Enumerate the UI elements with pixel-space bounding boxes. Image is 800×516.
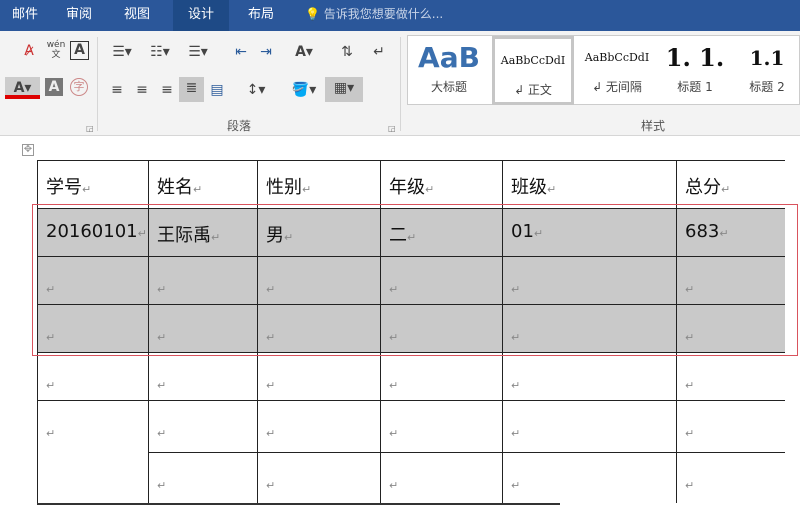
table-cell[interactable]: ↵ [257, 352, 380, 400]
cell-text: 总分 [685, 177, 721, 198]
paragraph-mark: ↵ [511, 379, 521, 392]
paragraph-mark: ↵ [389, 479, 399, 492]
tell-me-search[interactable]: 💡 告诉我您想要做什么... [305, 0, 443, 29]
styles-gallery: AaB 大标题 AaBbCcDdI ↲ 正文 AaBbCcDdI ↲ 无间隔 1. 1… [407, 35, 800, 105]
cell-text: 年级 [389, 177, 425, 198]
tab-layout[interactable]: 布局 [236, 0, 286, 31]
table-cell[interactable]: ↵ [257, 452, 380, 503]
paragraph-mark: ↵ [266, 427, 276, 440]
bullets-icon[interactable]: ☰▾ [106, 41, 138, 63]
decrease-indent-icon[interactable]: ⇤ [230, 41, 252, 63]
tell-me-text: 告诉我您想要做什么... [323, 7, 444, 21]
tab-review[interactable]: 审阅 [54, 0, 104, 31]
selection-annotation-box [32, 204, 798, 356]
show-marks-icon[interactable]: ↵ [368, 41, 390, 63]
align-right-icon[interactable]: ≡ [156, 79, 178, 101]
table-header-cell[interactable]: 姓名↵ [148, 160, 257, 208]
shading-icon[interactable]: 🪣▾ [288, 79, 320, 101]
table-cell[interactable]: ↵ [380, 400, 502, 452]
paragraph-mark: ↵ [721, 183, 731, 196]
paragraph-mark: ↵ [266, 479, 276, 492]
borders-icon[interactable]: ▦▾ [325, 77, 363, 102]
justify-icon[interactable]: ≣ [179, 77, 204, 102]
tab-mailings[interactable]: 邮件 [0, 0, 50, 31]
table-header-cell[interactable]: 性别↵ [257, 160, 380, 208]
ribbon-tabs: 邮件 审阅 视图 设计 布局 💡 告诉我您想要做什么... [0, 0, 800, 31]
chinese-layout-icon[interactable]: A▾ [288, 41, 320, 63]
table-move-handle[interactable]: ✥ [22, 144, 34, 156]
paragraph-mark: ↵ [82, 183, 92, 196]
table-cell[interactable]: ↵ [502, 452, 676, 503]
paragraph-mark: ↵ [389, 379, 399, 392]
table-cell[interactable]: ↵ [257, 400, 380, 452]
paragraph-mark: ↵ [425, 183, 435, 196]
table-header-cell[interactable]: 班级↵ [502, 160, 676, 208]
font-dialog-launcher-icon[interactable]: ◲ [86, 124, 94, 133]
align-left-icon[interactable]: ≡ [106, 79, 128, 101]
paragraph-mark: ↵ [157, 479, 167, 492]
cell-text: 性别 [266, 177, 302, 198]
table-cell[interactable]: ↵ [676, 352, 785, 400]
paragraph-mark: ↵ [157, 379, 167, 392]
table-cell[interactable]: ↵ [676, 452, 785, 503]
table-cell[interactable]: ↵ [502, 352, 676, 400]
paragraph-mark: ↵ [157, 427, 167, 440]
styles-group-label: 样式 [641, 119, 666, 133]
clear-format-icon[interactable]: A̷ [18, 40, 40, 62]
lightbulb-icon: 💡 [305, 7, 320, 21]
paragraph-mark: ↵ [46, 379, 56, 392]
enclose-character-icon[interactable]: 字 [70, 78, 88, 96]
table-cell[interactable]: ↵ [380, 452, 502, 503]
table-cell[interactable]: ↵ [37, 352, 148, 400]
table-bottom-border [37, 503, 560, 505]
table-cell[interactable]: ↵ [676, 400, 785, 452]
font-color-button[interactable]: A▾ [5, 77, 40, 99]
table-cell[interactable]: ↵ [502, 400, 676, 452]
paragraph-mark: ↵ [266, 379, 276, 392]
table-cell[interactable]: ↵ [380, 352, 502, 400]
paragraph-mark: ↵ [511, 427, 521, 440]
multilevel-list-icon[interactable]: ☰▾ [182, 41, 214, 63]
tab-design[interactable]: 设计 [173, 0, 230, 31]
style-normal[interactable]: AaBbCcDdI ↲ 正文 [492, 36, 574, 105]
paragraph-mark: ↵ [302, 183, 312, 196]
cell-text: 姓名 [157, 177, 193, 198]
line-spacing-icon[interactable]: ↕▾ [240, 79, 272, 101]
cell-text: 学号 [46, 177, 82, 198]
paragraph-mark: ↵ [685, 379, 695, 392]
character-shading-icon[interactable]: A [45, 78, 63, 96]
paragraph-mark: ↵ [685, 427, 695, 440]
paragraph-mark: ↵ [46, 427, 56, 440]
table-header-cell[interactable]: 总分↵ [676, 160, 785, 208]
tab-view[interactable]: 视图 [112, 0, 162, 31]
table-cell[interactable]: ↵ [37, 400, 148, 503]
paragraph-mark: ↵ [685, 479, 695, 492]
paragraph-mark: ↵ [547, 183, 557, 196]
ribbon: A̷ wén 文 A A▾ A 字 ◲ ☰▾ ☷▾ ☰▾ ⇤ ⇥ A▾ ⇅ ↵ ≡… [0, 31, 800, 136]
paragraph-mark: ↵ [511, 479, 521, 492]
phonetic-guide-icon[interactable]: wén 文 [45, 40, 67, 62]
paragraph-dialog-launcher-icon[interactable]: ◲ [388, 124, 396, 133]
table-cell[interactable]: ↵ [148, 352, 257, 400]
style-no-spacing[interactable]: AaBbCcDdI ↲ 无间隔 [576, 36, 658, 104]
table-cell[interactable]: ↵ [148, 400, 257, 452]
style-title[interactable]: AaB 大标题 [408, 36, 490, 104]
increase-indent-icon[interactable]: ⇥ [255, 41, 277, 63]
sort-icon[interactable]: ⇅ [336, 41, 358, 63]
table-header-cell[interactable]: 年级↵ [380, 160, 502, 208]
align-center-icon[interactable]: ≡ [131, 79, 153, 101]
style-heading-2[interactable]: 1.1 标题 2 [734, 36, 800, 104]
paragraph-mark: ↵ [193, 183, 203, 196]
table-header-cell[interactable]: 学号↵ [37, 160, 148, 208]
character-border-icon[interactable]: A [70, 41, 89, 60]
numbering-icon[interactable]: ☷▾ [144, 41, 176, 63]
table-cell[interactable]: ↵ [148, 452, 257, 503]
style-heading-1[interactable]: 1. 1. 标题 1 [660, 36, 730, 104]
cell-text: 班级 [511, 177, 547, 198]
paragraph-mark: ↵ [389, 427, 399, 440]
distributed-icon[interactable]: ▤ [206, 79, 228, 101]
paragraph-group-label: 段落 [227, 119, 252, 133]
